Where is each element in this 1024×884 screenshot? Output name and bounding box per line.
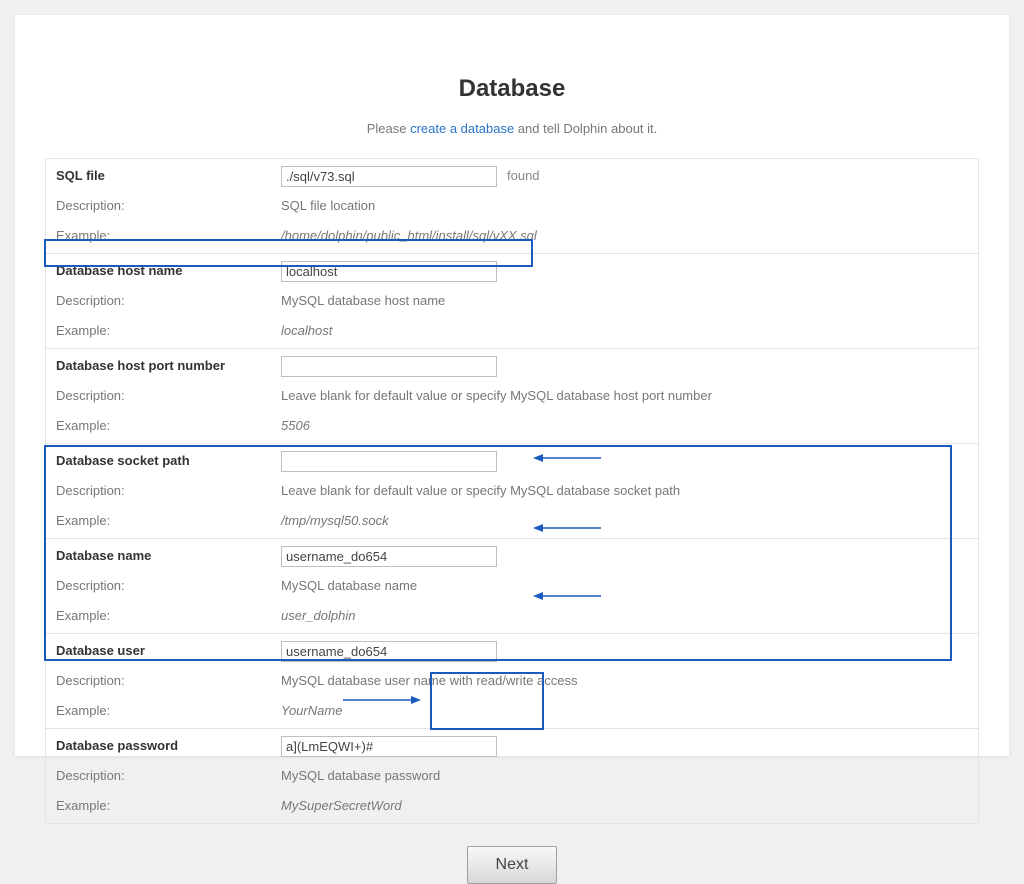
main-panel: Database Please create a database and te…	[15, 15, 1009, 756]
desc-label: Description:	[56, 290, 281, 312]
subtitle: Please create a database and tell Dolphi…	[45, 121, 979, 136]
example-label: Example:	[56, 795, 281, 817]
db-user-input[interactable]	[281, 641, 497, 662]
field-row-db-port: Database host port number Description: L…	[46, 349, 978, 444]
field-label: Database socket path	[56, 450, 281, 472]
subtitle-prefix: Please	[367, 121, 410, 136]
field-example: 5506	[281, 415, 968, 437]
desc-label: Description:	[56, 670, 281, 692]
field-description: MySQL database user name with read/write…	[281, 670, 968, 692]
field-label: Database user	[56, 640, 281, 662]
field-example: YourName	[281, 700, 968, 722]
field-description: Leave blank for default value or specify…	[281, 480, 968, 502]
field-row-db-password: Database password Description: MySQL dat…	[46, 729, 978, 823]
desc-label: Description:	[56, 480, 281, 502]
field-description: MySQL database password	[281, 765, 968, 787]
field-example: /tmp/mysql50.sock	[281, 510, 968, 532]
next-button[interactable]: Next	[467, 846, 558, 884]
field-description: MySQL database name	[281, 575, 968, 597]
button-wrap: Next	[45, 846, 979, 884]
field-example: user_dolphin	[281, 605, 968, 627]
example-label: Example:	[56, 415, 281, 437]
desc-label: Description:	[56, 765, 281, 787]
field-row-sql-file: SQL file found Description: SQL file loc…	[46, 159, 978, 254]
example-label: Example:	[56, 700, 281, 722]
field-description: Leave blank for default value or specify…	[281, 385, 968, 407]
field-row-db-name: Database name Description: MySQL databas…	[46, 539, 978, 634]
field-label: Database name	[56, 545, 281, 567]
example-label: Example:	[56, 605, 281, 627]
db-socket-input[interactable]	[281, 451, 497, 472]
field-example: localhost	[281, 320, 968, 342]
field-label: Database host name	[56, 260, 281, 282]
subtitle-suffix: and tell Dolphin about it.	[514, 121, 657, 136]
field-row-db-socket: Database socket path Description: Leave …	[46, 444, 978, 539]
sql-file-input[interactable]	[281, 166, 497, 187]
db-password-input[interactable]	[281, 736, 497, 757]
field-row-db-host: Database host name Description: MySQL da…	[46, 254, 978, 349]
field-row-db-user: Database user Description: MySQL databas…	[46, 634, 978, 729]
field-description: SQL file location	[281, 195, 968, 217]
field-label: SQL file	[56, 165, 281, 187]
field-label: Database host port number	[56, 355, 281, 377]
field-example: /home/dolphin/public_html/install/sql/vX…	[281, 225, 968, 247]
content-wrap: Database Please create a database and te…	[45, 75, 979, 884]
db-host-input[interactable]	[281, 261, 497, 282]
example-label: Example:	[56, 225, 281, 247]
field-description: MySQL database host name	[281, 290, 968, 312]
db-port-input[interactable]	[281, 356, 497, 377]
example-label: Example:	[56, 510, 281, 532]
desc-label: Description:	[56, 195, 281, 217]
sql-file-status: found	[507, 165, 540, 187]
database-form-table: SQL file found Description: SQL file loc…	[45, 158, 979, 824]
db-name-input[interactable]	[281, 546, 497, 567]
create-database-link[interactable]: create a database	[410, 121, 514, 136]
desc-label: Description:	[56, 575, 281, 597]
desc-label: Description:	[56, 385, 281, 407]
page-title: Database	[45, 75, 979, 103]
field-example: MySuperSecretWord	[281, 795, 968, 817]
example-label: Example:	[56, 320, 281, 342]
field-label: Database password	[56, 735, 281, 757]
